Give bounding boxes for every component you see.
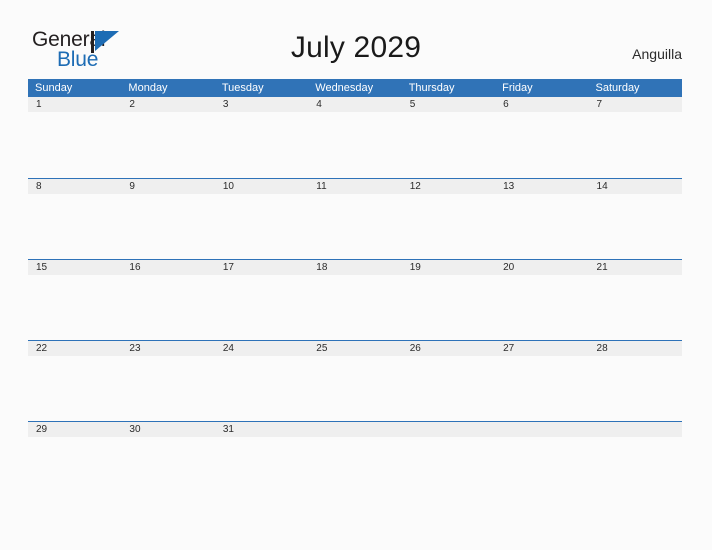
day-note-cell[interactable]	[215, 437, 308, 501]
day-note-cell[interactable]	[28, 194, 121, 258]
day-note-cell-empty	[308, 437, 401, 501]
calendar-week-row: 22 23 24 25 26 27 28	[28, 340, 682, 421]
calendar-week-row: 8 9 10 11 12 13 14	[28, 178, 682, 259]
day-cell-number[interactable]: 1	[28, 97, 121, 112]
day-cell-number[interactable]: 28	[589, 341, 682, 356]
day-cell-number[interactable]: 24	[215, 341, 308, 356]
weekday-header-sunday: Sunday	[35, 82, 73, 94]
day-cell-number[interactable]: 12	[402, 179, 495, 194]
day-note-cell[interactable]	[308, 275, 401, 339]
week-date-band: 29 30 31	[28, 422, 682, 437]
day-note-cell[interactable]	[495, 112, 588, 176]
day-note-cell[interactable]	[402, 112, 495, 176]
day-cell-number[interactable]: 26	[402, 341, 495, 356]
day-cell-number[interactable]: 21	[589, 260, 682, 275]
day-cell-number[interactable]: 11	[308, 179, 401, 194]
day-note-cell[interactable]	[121, 194, 214, 258]
day-cell-number[interactable]: 9	[121, 179, 214, 194]
day-cell-number[interactable]: 25	[308, 341, 401, 356]
weekday-header-wednesday: Wednesday	[315, 82, 374, 94]
day-note-cell[interactable]	[308, 356, 401, 420]
calendar-week-row: 29 30 31	[28, 421, 682, 502]
calendar-week-row: 15 16 17 18 19 20 21	[28, 259, 682, 340]
day-note-cell[interactable]	[589, 356, 682, 420]
day-cell-number[interactable]: 14	[589, 179, 682, 194]
week-note-area	[28, 194, 682, 258]
day-note-cell[interactable]	[215, 112, 308, 176]
week-date-band: 15 16 17 18 19 20 21	[28, 260, 682, 275]
day-cell-number-empty	[589, 422, 682, 437]
day-note-cell-empty	[589, 437, 682, 501]
day-cell-number[interactable]: 23	[121, 341, 214, 356]
day-note-cell[interactable]	[308, 194, 401, 258]
day-cell-number[interactable]: 8	[28, 179, 121, 194]
weekday-header-thursday: Thursday	[408, 82, 455, 94]
day-cell-number[interactable]: 6	[495, 97, 588, 112]
week-note-area	[28, 275, 682, 339]
day-cell-number[interactable]: 17	[215, 260, 308, 275]
weekday-header-friday: Friday	[502, 82, 533, 94]
week-date-band: 8 9 10 11 12 13 14	[28, 179, 682, 194]
day-cell-number[interactable]: 16	[121, 260, 214, 275]
day-note-cell[interactable]	[402, 275, 495, 339]
day-cell-number[interactable]: 7	[589, 97, 682, 112]
calendar-page: General Blue July 2029 Anguilla Sunday M…	[0, 0, 712, 550]
week-note-area	[28, 356, 682, 420]
day-note-cell[interactable]	[215, 356, 308, 420]
calendar-grid: Sunday Monday Tuesday Wednesday Thursday…	[28, 79, 682, 502]
day-note-cell[interactable]	[121, 275, 214, 339]
day-cell-number[interactable]: 18	[308, 260, 401, 275]
day-note-cell[interactable]	[308, 112, 401, 176]
day-cell-number[interactable]: 19	[402, 260, 495, 275]
calendar-week-row: 1 2 3 4 5 6 7	[28, 97, 682, 178]
day-cell-number[interactable]: 15	[28, 260, 121, 275]
day-note-cell[interactable]	[589, 194, 682, 258]
day-note-cell[interactable]	[589, 112, 682, 176]
day-cell-number[interactable]: 5	[402, 97, 495, 112]
day-cell-number[interactable]: 30	[121, 422, 214, 437]
day-cell-number[interactable]: 22	[28, 341, 121, 356]
location-label: Anguilla	[632, 46, 682, 62]
day-cell-number[interactable]: 29	[28, 422, 121, 437]
day-cell-number[interactable]: 2	[121, 97, 214, 112]
weekday-header-row: Sunday Monday Tuesday Wednesday Thursday…	[28, 79, 682, 97]
day-note-cell[interactable]	[495, 194, 588, 258]
day-cell-number-empty	[402, 422, 495, 437]
week-note-area	[28, 112, 682, 176]
day-cell-number[interactable]: 4	[308, 97, 401, 112]
day-note-cell[interactable]	[402, 356, 495, 420]
weekday-header-saturday: Saturday	[595, 82, 640, 94]
day-note-cell[interactable]	[121, 356, 214, 420]
day-note-cell-empty	[402, 437, 495, 501]
day-note-cell[interactable]	[28, 112, 121, 176]
day-cell-number[interactable]: 10	[215, 179, 308, 194]
weekday-header-monday: Monday	[128, 82, 168, 94]
day-note-cell[interactable]	[402, 194, 495, 258]
day-cell-number[interactable]: 3	[215, 97, 308, 112]
day-cell-number[interactable]: 27	[495, 341, 588, 356]
week-note-area	[28, 437, 682, 501]
day-cell-number[interactable]: 20	[495, 260, 588, 275]
day-note-cell-empty	[495, 437, 588, 501]
day-note-cell[interactable]	[589, 275, 682, 339]
day-cell-number[interactable]: 13	[495, 179, 588, 194]
day-cell-number-empty	[308, 422, 401, 437]
day-note-cell[interactable]	[495, 356, 588, 420]
day-note-cell[interactable]	[28, 437, 121, 501]
weekday-header-tuesday: Tuesday	[221, 82, 264, 94]
page-title: July 2029	[290, 31, 422, 64]
day-note-cell[interactable]	[215, 194, 308, 258]
week-date-band: 22 23 24 25 26 27 28	[28, 341, 682, 356]
day-cell-number[interactable]: 31	[215, 422, 308, 437]
day-note-cell[interactable]	[495, 275, 588, 339]
day-note-cell[interactable]	[121, 112, 214, 176]
page-header: General Blue July 2029 Anguilla	[0, 0, 712, 79]
week-date-band: 1 2 3 4 5 6 7	[28, 97, 682, 112]
day-note-cell[interactable]	[121, 437, 214, 501]
day-note-cell[interactable]	[28, 356, 121, 420]
day-note-cell[interactable]	[28, 275, 121, 339]
day-note-cell[interactable]	[215, 275, 308, 339]
day-cell-number-empty	[495, 422, 588, 437]
